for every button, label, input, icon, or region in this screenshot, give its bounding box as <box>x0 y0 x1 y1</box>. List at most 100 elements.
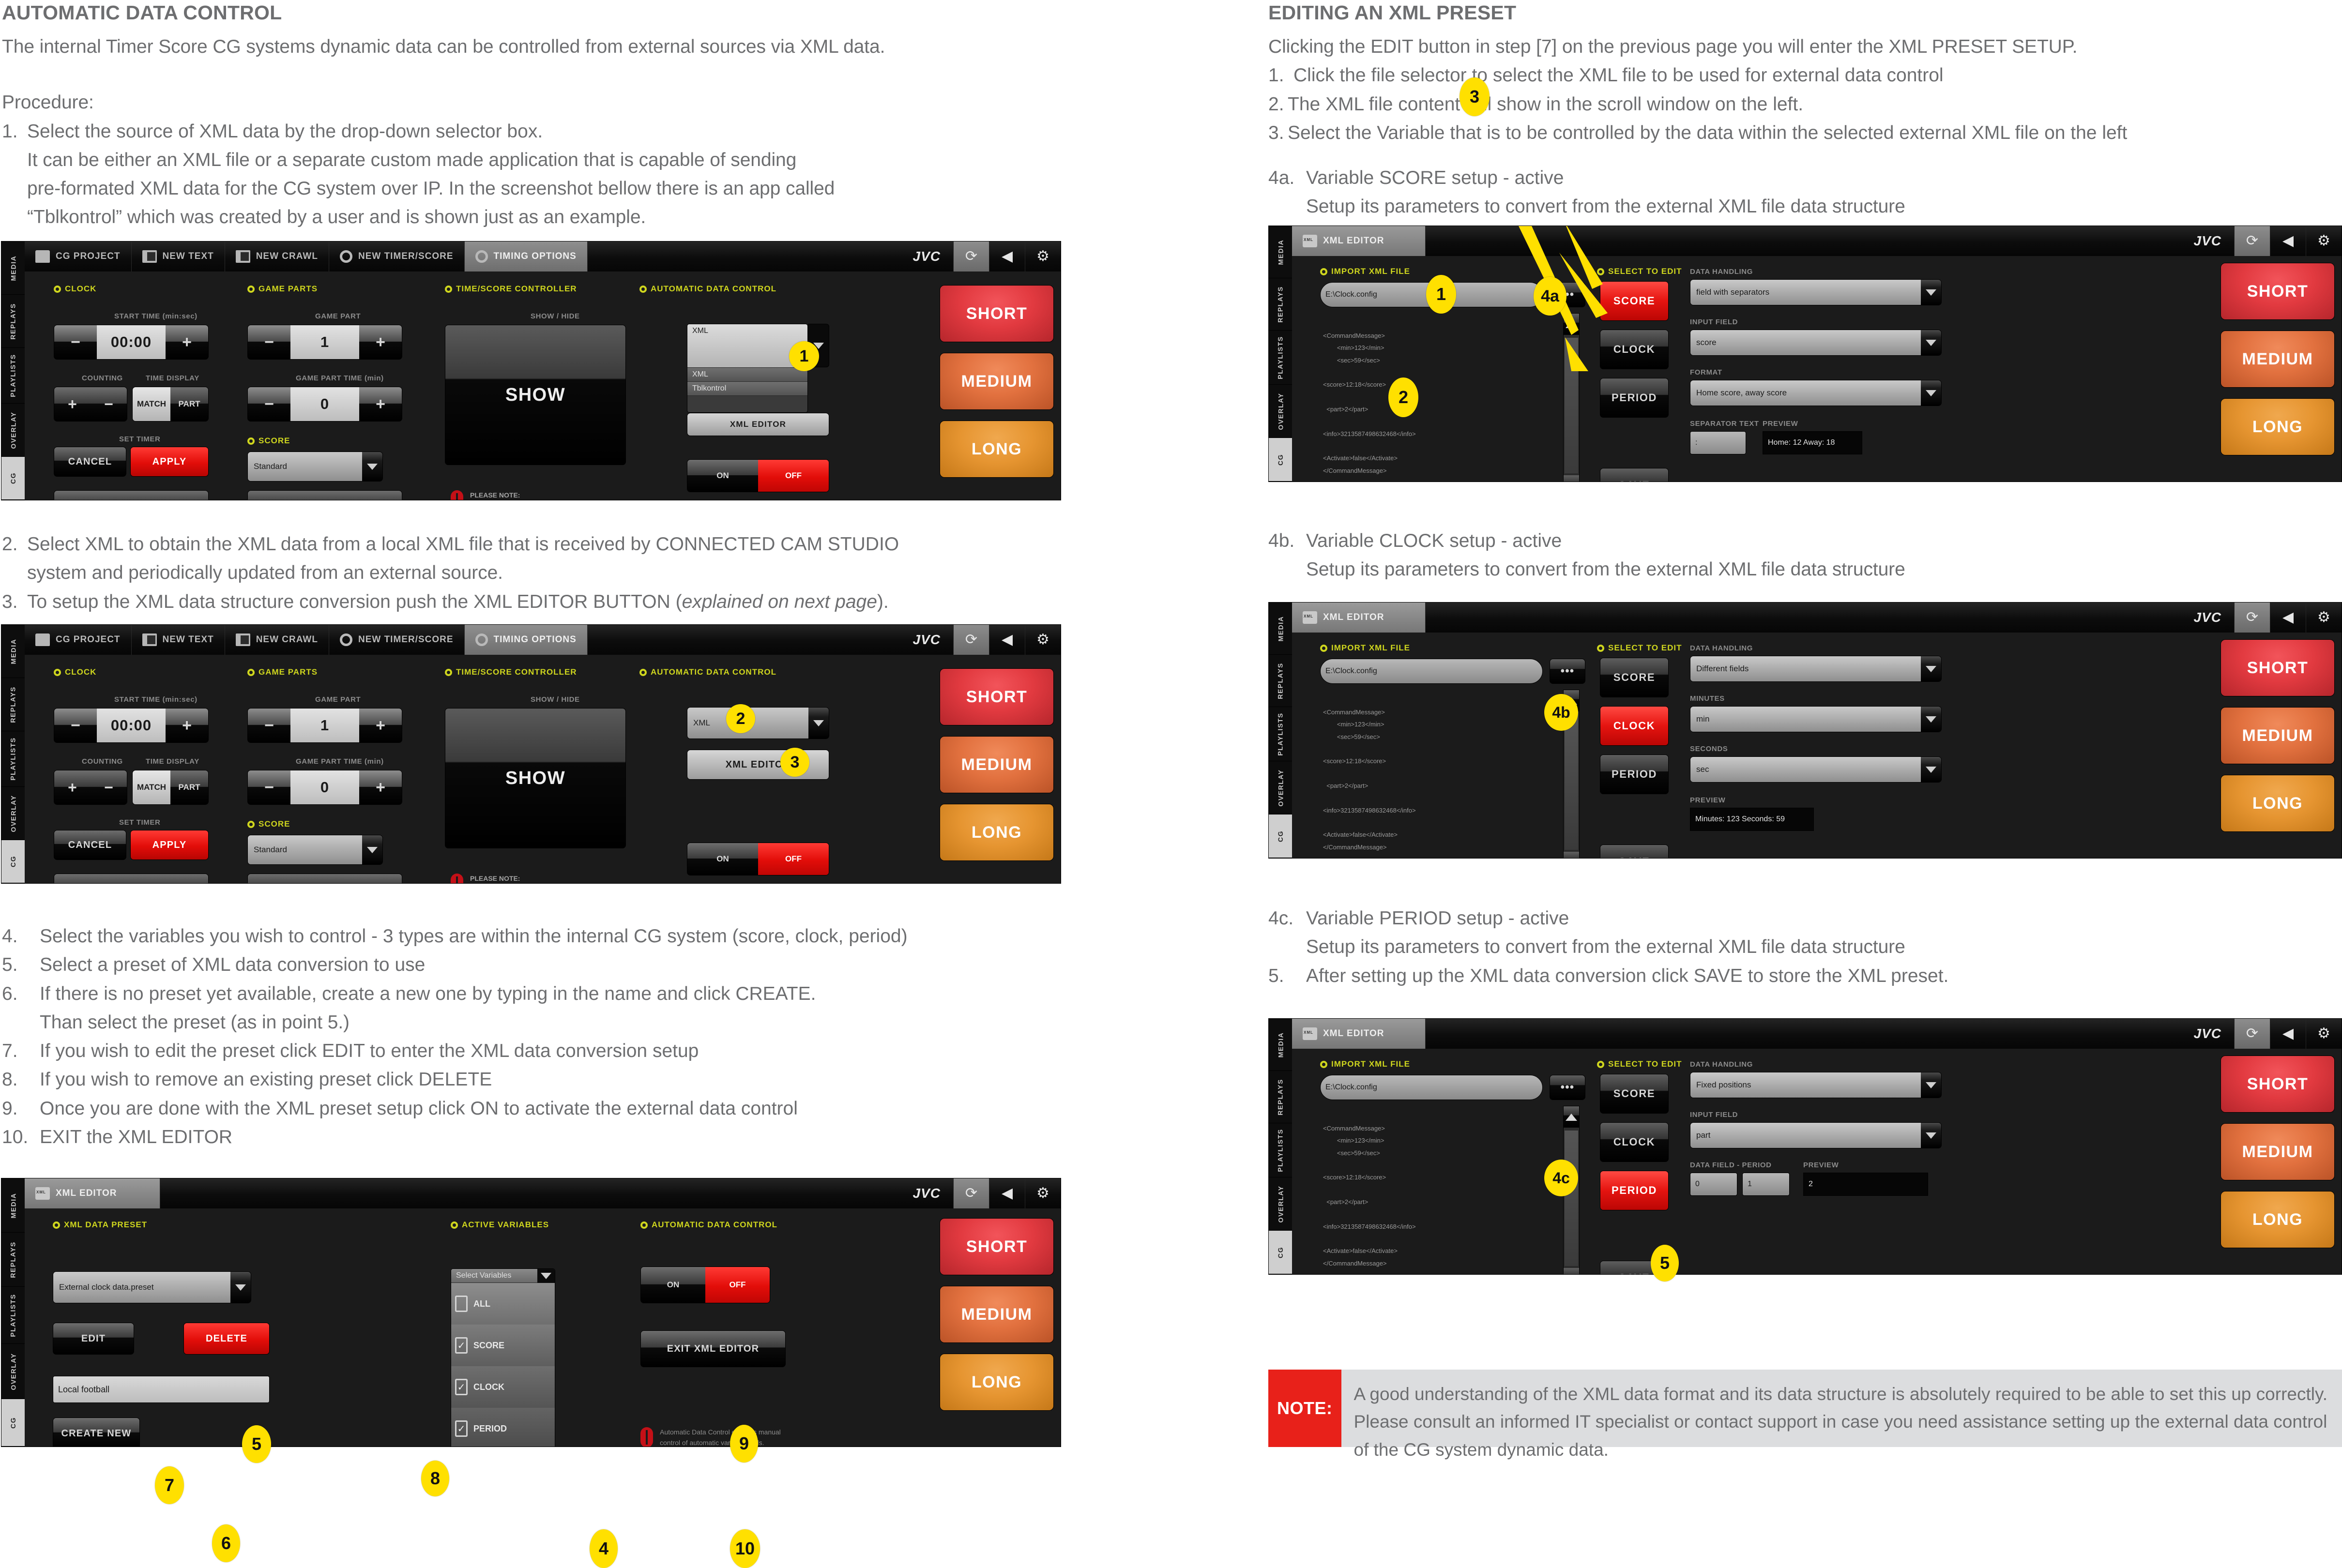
xml-file-path-input[interactable]: E:\Clock.config <box>1320 659 1543 684</box>
rail-item-media[interactable]: MEDIA <box>1 625 25 678</box>
game-part-time-plus[interactable]: + <box>359 387 402 421</box>
checkbox-checked-icon[interactable]: ✓ <box>455 1337 468 1354</box>
time-display-toggle[interactable]: MATCH PART <box>132 770 209 805</box>
sync-button[interactable]: ⟳ <box>953 625 989 655</box>
start-time-stepper[interactable]: − 00:00 + <box>54 708 209 743</box>
game-part-time-minus[interactable]: − <box>248 387 290 421</box>
counting-toggle[interactable]: + − <box>54 770 127 805</box>
source-dropdown[interactable]: XML <box>687 707 829 739</box>
tab-xml-editor[interactable]: XML EDITOR <box>25 1178 160 1208</box>
adc-on-button[interactable]: ON <box>687 460 758 492</box>
apply-button[interactable]: APPLY <box>130 830 209 860</box>
show-button[interactable]: SHOW <box>445 708 626 848</box>
tab-new-text[interactable]: NEW TEXT <box>132 625 225 655</box>
automatic-data-control-toggle[interactable]: ON OFF <box>687 843 829 875</box>
chevron-down-icon[interactable] <box>1921 280 1941 305</box>
adc-off-button[interactable]: OFF <box>705 1267 770 1303</box>
rail-item-overlay[interactable]: OVERLAY <box>1269 385 1292 438</box>
screenshot-xml-editor-score[interactable]: MEDIA REPLAYS PLAYLISTS OVERLAY CG XML E… <box>1268 226 2342 482</box>
source-dropdown-list[interactable]: XML XML Tblkontrol <box>687 324 808 413</box>
chevron-down-icon[interactable] <box>1921 380 1941 406</box>
long-button[interactable]: LONG <box>940 804 1054 861</box>
browse-file-button[interactable]: ••• <box>1550 1075 1585 1100</box>
rail-item-cg[interactable]: CG <box>1269 1231 1292 1274</box>
tab-cg-project[interactable]: CG PROJECT <box>25 241 132 271</box>
chevron-down-icon[interactable] <box>1921 1072 1941 1098</box>
short-button[interactable]: SHORT <box>2220 263 2335 320</box>
xml-file-path-input[interactable]: E:\Clock.config <box>1320 1075 1543 1100</box>
sync-button[interactable]: ⟳ <box>2234 226 2270 256</box>
short-button[interactable]: SHORT <box>940 285 1054 342</box>
create-new-button[interactable]: CREATE NEW <box>53 1417 140 1447</box>
adc-off-button[interactable]: OFF <box>758 843 829 875</box>
save-button[interactable]: SAVE <box>1600 844 1669 859</box>
audio-button[interactable]: ◀ <box>2270 226 2306 256</box>
rail-item-cg[interactable]: CG <box>1269 438 1292 482</box>
audio-button[interactable]: ◀ <box>2270 1019 2306 1049</box>
medium-button[interactable]: MEDIUM <box>2220 331 2335 388</box>
separator-text-input[interactable]: : <box>1690 431 1746 454</box>
variable-button-clock[interactable]: CLOCK <box>1600 330 1669 369</box>
variable-button-clock[interactable]: CLOCK <box>1600 1122 1669 1162</box>
short-button[interactable]: SHORT <box>2220 639 2335 696</box>
start-time-plus[interactable]: + <box>166 709 208 742</box>
tab-new-text[interactable]: NEW TEXT <box>132 241 225 271</box>
scroll-down-button[interactable] <box>1564 475 1579 482</box>
rail-item-replays[interactable]: REPLAYS <box>1 1233 25 1287</box>
sync-button[interactable]: ⟳ <box>2234 1019 2270 1049</box>
chevron-down-icon[interactable] <box>1921 330 1941 355</box>
new-preset-name-input[interactable]: Local football <box>53 1376 270 1403</box>
medium-button[interactable]: MEDIUM <box>940 736 1054 793</box>
chevron-down-icon[interactable] <box>1921 656 1941 681</box>
scroll-up-button[interactable] <box>1564 314 1579 335</box>
active-variables-list[interactable]: Select Variables ALL ✓ SCORE ✓ CLOCK ✓ <box>451 1268 555 1447</box>
checkbox-unchecked-icon[interactable] <box>455 1296 468 1312</box>
scroll-thumb[interactable] <box>1565 714 1578 850</box>
rail-item-overlay[interactable]: OVERLAY <box>1 787 25 840</box>
scroll-down-button[interactable] <box>1564 1268 1579 1275</box>
medium-button[interactable]: MEDIUM <box>2220 1123 2335 1180</box>
settings-button[interactable]: ⚙ <box>2306 1019 2342 1049</box>
show-button[interactable]: SHOW <box>445 325 626 465</box>
scroll-thumb[interactable] <box>1565 338 1578 473</box>
chevron-down-icon[interactable] <box>362 835 382 864</box>
variable-button-clock[interactable]: CLOCK <box>1600 706 1669 746</box>
rail-item-playlists[interactable]: PLAYLISTS <box>1269 1123 1292 1177</box>
seconds-dropdown[interactable]: sec <box>1690 756 1942 783</box>
input-field-dropdown[interactable]: part <box>1690 1122 1942 1148</box>
scroll-down-button[interactable] <box>1564 852 1579 859</box>
sync-button[interactable]: ⟳ <box>953 241 989 271</box>
rail-item-playlists[interactable]: PLAYLISTS <box>1 348 25 404</box>
time-display-part[interactable]: PART <box>170 387 208 421</box>
rail-item-cg[interactable]: CG <box>1 1399 25 1447</box>
adc-off-button[interactable]: OFF <box>758 460 829 492</box>
data-field-from-input[interactable]: 0 <box>1690 1173 1737 1196</box>
rail-item-media[interactable]: MEDIA <box>1269 1019 1292 1071</box>
counting-down[interactable]: − <box>91 770 127 804</box>
browse-file-button[interactable]: ••• <box>1550 659 1585 684</box>
rail-item-replays[interactable]: REPLAYS <box>1269 655 1292 707</box>
time-display-part[interactable]: PART <box>170 770 208 804</box>
game-part-time-minus[interactable]: − <box>248 770 290 804</box>
tab-new-timer-score[interactable]: NEW TIMER/SCORE <box>329 241 465 271</box>
preset-dropdown[interactable]: External clock data.preset <box>53 1271 251 1303</box>
rail-item-cg[interactable]: CG <box>1 457 25 500</box>
score-preset-dropdown[interactable]: Standard <box>247 452 383 482</box>
game-part-stepper[interactable]: − 1 + <box>247 708 402 743</box>
reset-score-button[interactable]: RESET SCORE <box>247 490 402 500</box>
screenshot-xml-editor-period[interactable]: MEDIA REPLAYS PLAYLISTS OVERLAY CG XML E… <box>1268 1018 2342 1275</box>
reset-time-button[interactable]: RESET TIME <box>54 874 209 884</box>
data-handling-dropdown[interactable]: Different fields <box>1690 656 1942 682</box>
chevron-down-icon[interactable] <box>1921 707 1941 732</box>
audio-button[interactable]: ◀ <box>989 241 1025 271</box>
cancel-button[interactable]: CANCEL <box>54 447 126 477</box>
exit-xml-editor-button[interactable]: EXIT XML EDITOR <box>640 1330 786 1367</box>
rail-item-overlay[interactable]: OVERLAY <box>1 1344 25 1399</box>
xml-scrollbar[interactable] <box>1563 313 1580 482</box>
tab-timing-options[interactable]: TIMING OPTIONS <box>465 625 588 655</box>
tab-new-crawl[interactable]: NEW CRAWL <box>225 625 329 655</box>
counting-down[interactable]: − <box>91 387 127 421</box>
rail-item-replays[interactable]: REPLAYS <box>1 678 25 731</box>
rail-item-playlists[interactable]: PLAYLISTS <box>1269 707 1292 761</box>
source-option-tblkontrol[interactable]: Tblkontrol <box>687 382 807 396</box>
